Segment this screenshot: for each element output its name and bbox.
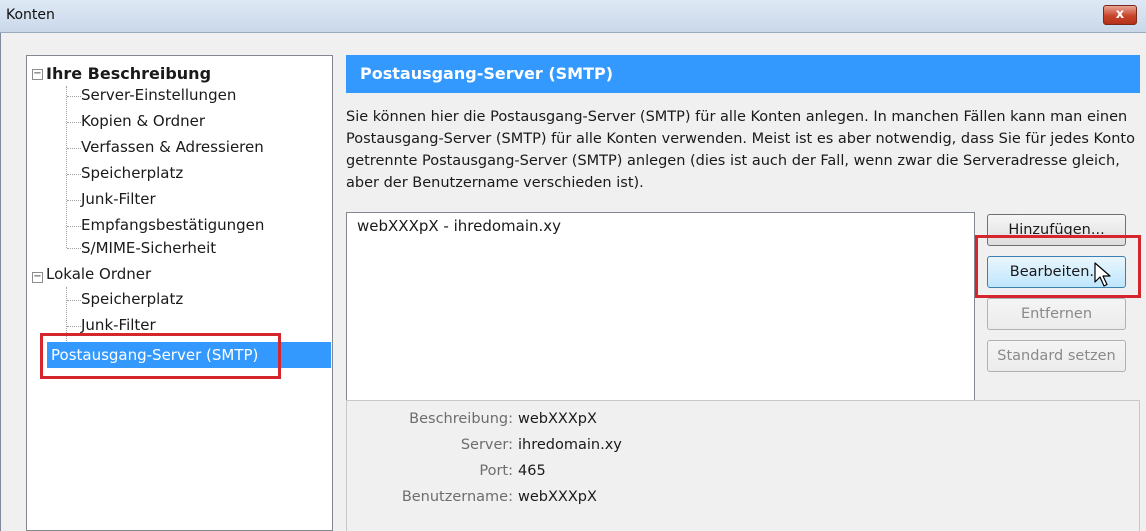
detail-server-value: ihredomain.xy [518,437,622,453]
tree-branch [67,122,81,123]
server-list-item[interactable]: webXXXpX - ihredomain.xy [347,213,974,239]
tree-item-lokale-speicherplatz[interactable]: Speicherplatz [81,290,183,308]
detail-server-label: Server: [460,437,513,453]
detail-port-label: Port: [479,463,513,479]
set-default-button[interactable]: Standard setzen [987,340,1126,372]
panel-header: Postausgang-Server (SMTP) [346,55,1140,93]
detail-description-value: webXXXpX [518,411,597,427]
detail-port-value: 465 [518,463,546,479]
close-button[interactable]: x [1103,5,1137,25]
tree-item-empfangsbestaetigungen[interactable]: Empfangsbestätigungen [81,216,264,234]
tree-item-speicherplatz[interactable]: Speicherplatz [81,164,183,182]
collapse-icon[interactable]: − [32,272,43,283]
account-tree[interactable]: − Ihre Beschreibung Server-Einstellungen… [26,55,333,531]
tree-group-ihre-beschreibung[interactable]: Ihre Beschreibung [46,64,211,83]
mouse-pointer-icon [1094,262,1111,287]
tree-branch [67,96,81,97]
tree-item-verfassen-adressieren[interactable]: Verfassen & Adressieren [81,138,264,156]
tree-item-postausgang-server[interactable]: Postausgang-Server (SMTP) [47,342,331,368]
panel-description: Sie können hier die Postausgang-Server (… [346,109,1135,191]
tree-branch [67,326,81,327]
title-bar: Konten x [0,0,1146,33]
detail-description-label: Beschreibung: [409,411,513,427]
close-icon: x [1115,7,1125,22]
tree-item-kopien-ordner[interactable]: Kopien & Ordner [81,112,205,130]
tree-branch [67,148,81,149]
tree-item-lokale-junk-filter[interactable]: Junk-Filter [81,316,156,334]
tree-group-lokale-ordner[interactable]: Lokale Ordner [46,265,151,283]
tree-branch [67,300,81,301]
tree-item-junk-filter[interactable]: Junk-Filter [81,190,156,208]
tree-branch [67,174,81,175]
detail-username-value: webXXXpX [518,489,597,505]
tree-item-server-einstellungen[interactable]: Server-Einstellungen [81,86,236,104]
detail-username-label: Benutzername: [401,489,513,505]
add-button[interactable]: Hinzufügen... [987,214,1126,246]
tree-branch [67,200,81,201]
window-title: Konten [6,7,55,23]
remove-button[interactable]: Entfernen [987,298,1126,330]
tree-branch [67,226,81,227]
tree-item-smime-sicherheit[interactable]: S/MIME-Sicherheit [81,239,216,257]
tree-branch [67,248,81,249]
tree-connector [66,287,67,345]
collapse-icon[interactable]: − [32,69,43,80]
tree-connector [66,86,67,248]
